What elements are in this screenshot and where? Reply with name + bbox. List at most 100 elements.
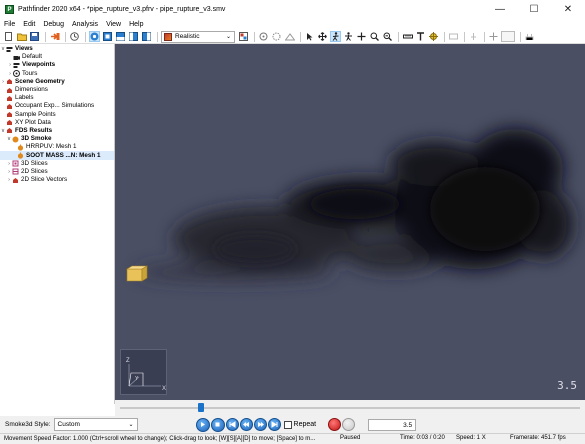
zoom-icon[interactable]	[369, 31, 380, 42]
view-side-icon[interactable]	[128, 31, 139, 42]
step-forward-button[interactable]	[253, 418, 267, 431]
current-time-input[interactable]: 3.5	[368, 418, 417, 431]
pipe-rupture-source-box[interactable]	[126, 265, 149, 282]
smoke-style-select[interactable]: Custom ⌄	[53, 418, 138, 431]
tree-label: HRRPUV: Mesh 1	[26, 143, 77, 151]
view-front-icon[interactable]	[115, 31, 126, 42]
view-iso-icon[interactable]	[89, 31, 100, 42]
window-title: Pathfinder 2020 x64 - *pipe_rupture_v3.p…	[18, 6, 226, 13]
status-framerate: Framerate: 451.7 fps	[510, 435, 566, 441]
skip-to-start-button[interactable]	[225, 418, 239, 431]
measure-icon[interactable]	[402, 31, 413, 42]
tree-node-2d-slices[interactable]: › 2D Slices	[0, 168, 114, 176]
text-icon[interactable]	[415, 31, 426, 42]
view-top-icon[interactable]	[102, 31, 113, 42]
repeat-checkbox[interactable]	[283, 420, 292, 429]
agents-icon[interactable]	[258, 31, 269, 42]
toolbar-separator	[444, 31, 445, 42]
simulations-icon	[6, 103, 13, 110]
section-icon[interactable]	[468, 31, 479, 42]
status-time: Time: 0:03 / 0:20	[400, 435, 445, 441]
tree-node-occupant-simulations[interactable]: Occupant Exp... Simulations	[0, 102, 114, 110]
fds-results-icon	[6, 127, 13, 134]
clip-icon[interactable]	[448, 31, 459, 42]
stop-button[interactable]	[210, 417, 225, 432]
menu-debug[interactable]: Debug	[43, 21, 64, 28]
pan-icon[interactable]	[356, 31, 367, 42]
smoke-plume	[135, 129, 573, 281]
zoom-fit-icon[interactable]	[382, 31, 393, 42]
close-button[interactable]: ✕	[551, 0, 585, 19]
import-icon[interactable]	[49, 31, 60, 42]
tree-label: 2D Slice Vectors	[21, 176, 68, 184]
tree-label: 3D Slices	[21, 159, 48, 167]
tree-label: 3D Smoke	[21, 135, 52, 143]
tree-node-dimensions[interactable]: Dimensions	[0, 86, 114, 94]
tree-node-hrrpuv[interactable]: HRRPUV: Mesh 1	[0, 143, 114, 151]
tree-node-sample-points[interactable]: Sample Points	[0, 111, 114, 119]
menu-view[interactable]: View	[106, 21, 121, 28]
walk-icon[interactable]	[330, 31, 341, 42]
timeline-track[interactable]	[120, 407, 580, 409]
save-icon[interactable]	[29, 31, 40, 42]
ground-icon[interactable]	[284, 31, 295, 42]
people-icon[interactable]	[524, 31, 535, 42]
fly-icon[interactable]	[343, 31, 354, 42]
new-file-icon[interactable]	[3, 31, 14, 42]
tree-node-viewpoints[interactable]: › Viewpoints	[0, 61, 114, 69]
toolbar-separator	[45, 31, 46, 42]
view-back-icon[interactable]	[141, 31, 152, 42]
3d-viewport[interactable]: Z Y X 3.5	[115, 44, 585, 400]
tree-node-views[interactable]: ∨ Views	[0, 45, 114, 53]
paths-icon[interactable]	[271, 31, 282, 42]
chevron-down-icon: ⌄	[225, 33, 231, 40]
color-palette-icon[interactable]	[238, 31, 249, 42]
tree-node-2d-slice-vectors[interactable]: › 2D Slice Vectors	[0, 176, 114, 184]
tree-node-labels[interactable]: Labels	[0, 94, 114, 102]
toolbar-separator	[254, 31, 255, 42]
tours-icon	[13, 70, 20, 78]
orbit-icon[interactable]	[317, 31, 328, 42]
tree-node-xy-plot-data[interactable]: XY Plot Data	[0, 119, 114, 127]
record-button[interactable]	[328, 418, 342, 431]
play-button[interactable]	[195, 417, 210, 432]
toolbar: Realistic ⌄	[0, 30, 585, 44]
toolbar-separator	[464, 31, 465, 42]
minimize-button[interactable]: —	[483, 0, 517, 19]
tree-node-default[interactable]: Default	[0, 53, 114, 61]
skip-to-end-button[interactable]	[267, 418, 281, 431]
tree-node-tours[interactable]: › Tours	[0, 70, 114, 78]
tree-label: Labels	[15, 94, 34, 102]
render-mode-select[interactable]: Realistic ⌄	[161, 30, 235, 43]
geometry-icon	[6, 78, 13, 85]
menu-edit[interactable]: Edit	[23, 21, 35, 28]
select-cursor-icon[interactable]	[304, 31, 315, 42]
y-axis-label: Y	[135, 376, 139, 382]
open-folder-icon[interactable]	[16, 31, 27, 42]
maximize-button[interactable]: ☐	[517, 0, 551, 19]
tree-node-soot-mass[interactable]: SOOT MASS ...N: Mesh 1	[0, 151, 114, 160]
step-back-button[interactable]	[239, 418, 253, 431]
level-input[interactable]	[501, 31, 515, 42]
record-stop-button[interactable]	[342, 418, 356, 431]
x-axis-label: X	[162, 386, 166, 392]
tree-node-scene-geometry[interactable]: › Scene Geometry	[0, 78, 114, 86]
sample-point-icon[interactable]	[428, 31, 439, 42]
menu-file[interactable]: File	[4, 21, 15, 28]
menu-analysis[interactable]: Analysis	[72, 21, 98, 28]
tree-node-3d-slices[interactable]: › 3D Slices	[0, 160, 114, 168]
toolbar-separator	[520, 31, 521, 42]
navigator-tree[interactable]: ∨ Views Default › Viewpoints › Tours › Scene…	[0, 44, 115, 404]
menu-help[interactable]: Help	[129, 21, 143, 28]
tree-node-fds-results[interactable]: ∨ FDS Results	[0, 127, 114, 135]
slices-2d-icon	[12, 168, 19, 175]
timeline-thumb[interactable]	[197, 403, 204, 412]
soot-icon	[17, 152, 24, 159]
clock-icon[interactable]	[69, 31, 80, 42]
timeline-slider[interactable]	[115, 400, 585, 416]
crosshair-icon[interactable]	[488, 31, 499, 42]
z-axis-label: Z	[126, 358, 130, 364]
tree-node-3d-smoke[interactable]: ∨ 3D Smoke	[0, 135, 114, 143]
status-message: Movement Speed Factor: 1.000 (Ctrl+scrol…	[4, 436, 316, 442]
tree-label: Occupant Exp... Simulations	[15, 102, 95, 110]
